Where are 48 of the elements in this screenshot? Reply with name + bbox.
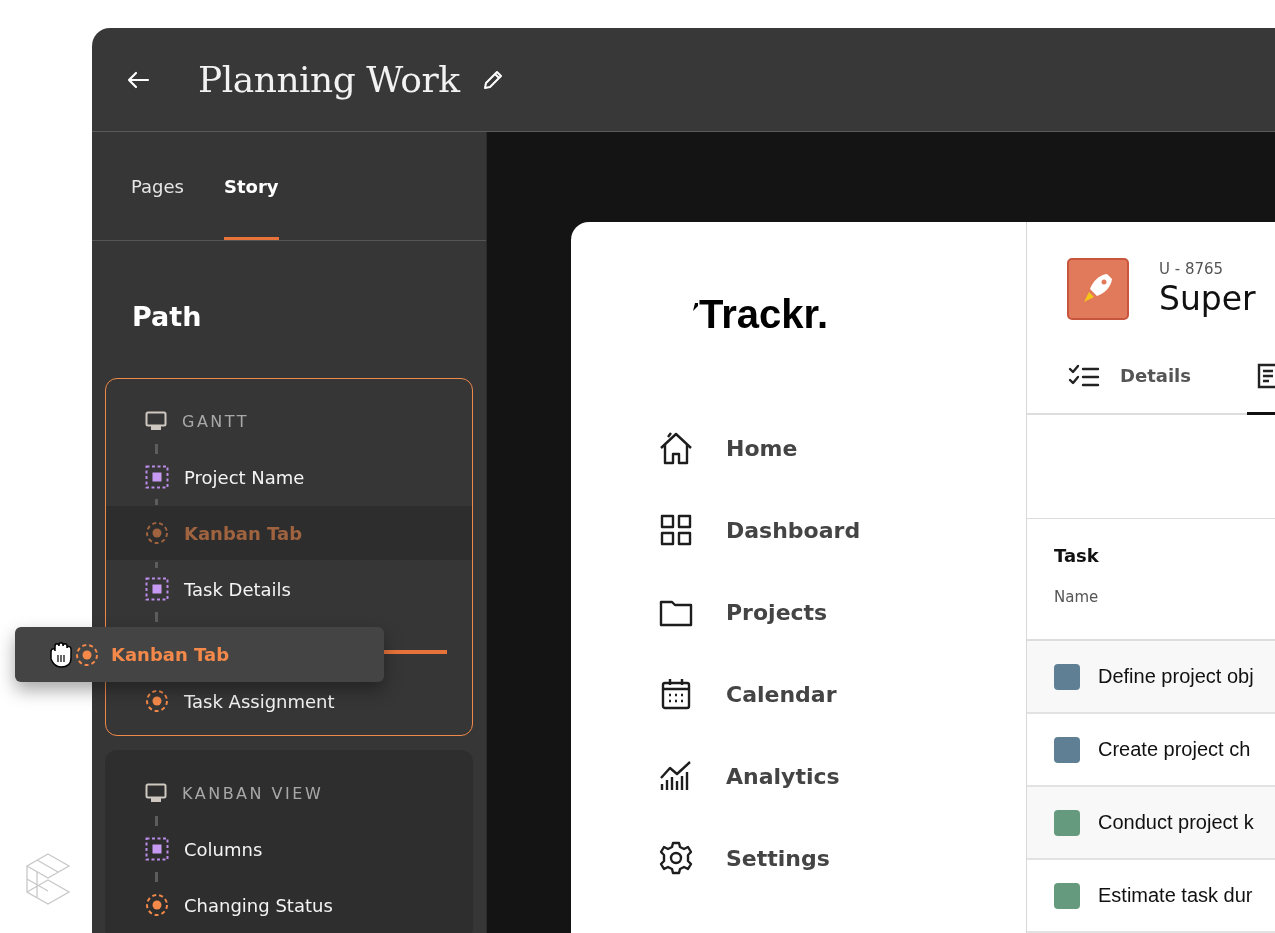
detail-tab[interactable]: Details [1068, 345, 1191, 415]
element-icon [145, 577, 169, 601]
drag-label: Kanban Tab [111, 644, 229, 665]
table-cell: Conduct project k [1098, 811, 1254, 834]
nav-item[interactable]: Dashboard [658, 489, 861, 571]
checklist-icon [1068, 363, 1100, 388]
path-item[interactable]: Columns [106, 829, 472, 869]
monitor-icon [145, 783, 167, 803]
nav-item[interactable]: Home [658, 407, 798, 489]
monitor-icon [145, 411, 167, 431]
home-icon [658, 430, 694, 466]
nav-item[interactable]: Settings [658, 817, 830, 899]
path-item[interactable]: Task Details [106, 569, 472, 609]
element-icon [145, 837, 169, 861]
column-group-header: Task [1054, 545, 1100, 566]
issue-title: Super [1159, 278, 1256, 320]
panel-tab[interactable]: Pages [131, 132, 184, 240]
path-item[interactable]: Project Name [106, 457, 472, 497]
table-cell: Estimate task dur [1098, 884, 1253, 907]
drag-preview[interactable]: Kanban Tab [15, 627, 384, 682]
element-icon [145, 465, 169, 489]
logo-icon [25, 853, 71, 905]
target-icon [75, 642, 99, 667]
target-icon [145, 893, 169, 917]
app-logo: Trackr. [699, 294, 828, 334]
section-title: Path [131, 300, 203, 334]
edit-icon[interactable] [481, 68, 504, 91]
panel-tab[interactable]: Story [223, 132, 279, 240]
back-icon[interactable] [126, 70, 150, 89]
nav-item[interactable]: Analytics [658, 735, 840, 817]
target-icon [145, 689, 169, 713]
rocket-icon [1067, 258, 1129, 320]
column-header: Name [1054, 588, 1100, 606]
table-cell: Define project obj [1098, 665, 1254, 688]
document-icon [1256, 362, 1275, 389]
settings-icon [658, 840, 694, 876]
nav-item[interactable]: Projects [658, 571, 828, 653]
table-cell: Create project ch [1098, 738, 1251, 761]
page-title: Planning Work [198, 59, 460, 100]
group-title: KANBAN VIEW [182, 783, 324, 803]
path-item[interactable]: Changing Status [106, 885, 472, 925]
nav-item[interactable]: Calendar [658, 653, 837, 735]
issue-id: U - 8765 [1159, 259, 1225, 278]
path-item[interactable]: Task Assignment [106, 681, 472, 721]
grid-icon [658, 512, 694, 548]
target-icon [145, 521, 169, 545]
group-title: GANTT [182, 411, 250, 431]
hand-cursor-icon [47, 641, 75, 668]
